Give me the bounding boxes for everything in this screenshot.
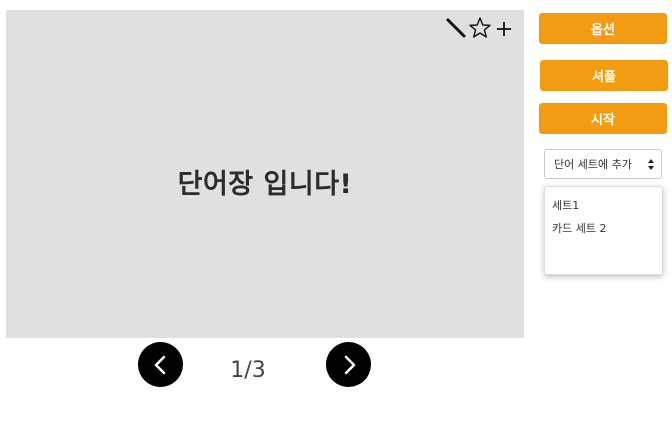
star-icon[interactable] [468, 16, 492, 40]
add-to-set-select[interactable]: 단어 세트에 추가 [544, 149, 662, 179]
page-counter: 1/3 [230, 358, 266, 383]
start-button[interactable]: 시작 [539, 103, 667, 134]
card-word: 단어장 입니다! [177, 169, 353, 200]
chevron-left-icon [154, 355, 165, 374]
shuffle-button[interactable]: 셔플 [540, 60, 668, 91]
flashcard[interactable]: 단어장 입니다! [6, 10, 524, 338]
set-option[interactable]: 카드 세트 2 [552, 220, 606, 236]
set-option[interactable]: 세트1 [552, 197, 579, 213]
chevron-right-icon [344, 355, 355, 374]
add-to-set-select-value: 단어 세트에 추가 [554, 158, 632, 171]
next-card-button[interactable] [326, 342, 371, 387]
pencil-icon[interactable] [444, 16, 468, 40]
plus-icon[interactable] [492, 16, 516, 40]
options-button[interactable]: 옵션 [539, 13, 667, 44]
card-toolbar [444, 16, 516, 40]
set-dropdown-list: 세트1 카드 세트 2 [544, 186, 663, 275]
flashcard-page: 단어장 입니다! 옵션 셔플 시작 단어 세트에 추가 세트1 카드 세트 2 … [0, 0, 672, 441]
previous-card-button[interactable] [138, 342, 183, 387]
select-updown-icon [648, 159, 654, 170]
